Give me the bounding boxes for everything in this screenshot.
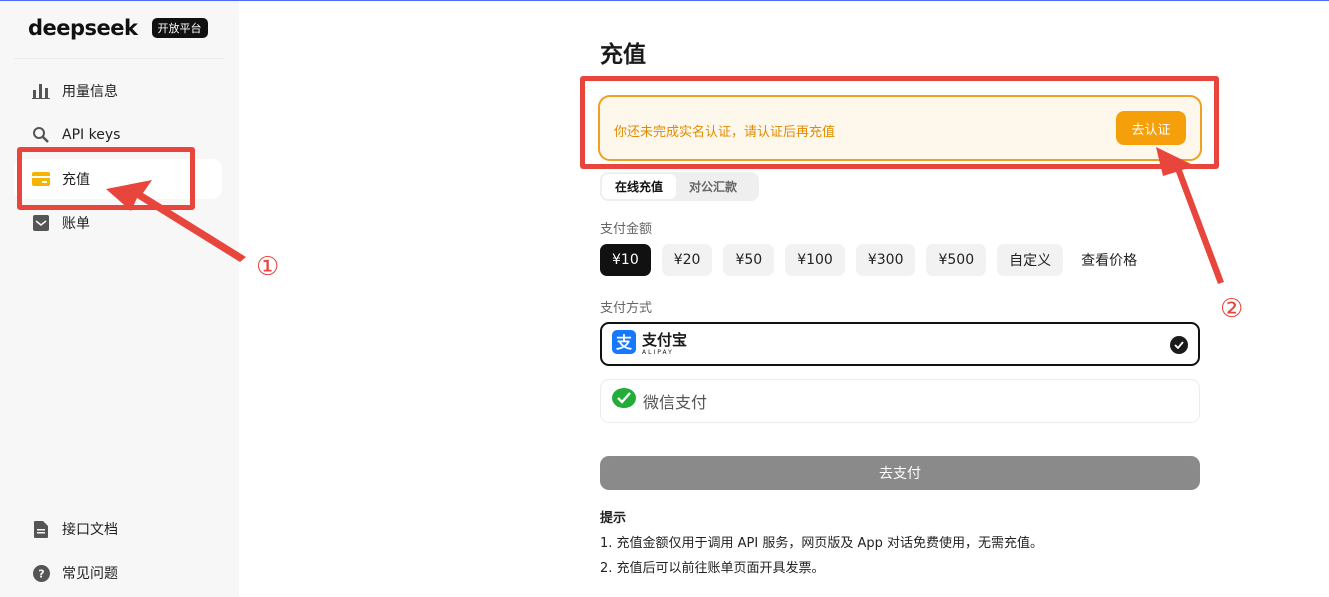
payment-option-wechat[interactable]: 微信支付 — [600, 379, 1200, 423]
sidebar-item-label: 充值 — [62, 172, 90, 188]
payment-option-alipay[interactable]: 支 支付宝 ALIPAY — [600, 322, 1200, 366]
help-icon: ? — [32, 564, 50, 582]
amount-option-20[interactable]: ¥20 — [661, 244, 713, 276]
payment-method-label: 支付方式 — [600, 301, 653, 316]
sidebar-item-label: API keys — [62, 127, 121, 143]
view-pricing-link[interactable]: 查看价格 — [1081, 250, 1137, 270]
sidebar-item-bills[interactable]: 账单 — [14, 203, 222, 243]
verification-notice: 你还未完成实名认证，请认证后再充值 去认证 — [598, 95, 1202, 161]
bar-chart-icon — [32, 82, 50, 100]
wechat-pay-icon — [611, 387, 637, 415]
tip-item: 2. 充值后可以前往账单页面开具发票。 — [600, 561, 825, 576]
logo[interactable]: deepseek — [28, 16, 138, 40]
sidebar-item-recharge[interactable]: 充值 — [14, 159, 222, 199]
svg-text:?: ? — [38, 567, 44, 580]
platform-badge: 开放平台 — [151, 18, 208, 38]
pay-button[interactable]: 去支付 — [600, 456, 1200, 490]
verify-button[interactable]: 去认证 — [1116, 111, 1186, 145]
alipay-label: 支付宝 — [642, 330, 688, 349]
sidebar-item-label: 用量信息 — [62, 84, 118, 100]
svg-text:支: 支 — [615, 333, 633, 352]
annotation-arrow-2 — [1156, 147, 1224, 284]
amount-options: ¥10 ¥20 ¥50 ¥100 ¥300 ¥500 自定义 查看价格 — [600, 244, 1137, 276]
sidebar-item-label: 接口文档 — [62, 522, 118, 538]
amount-option-300[interactable]: ¥300 — [855, 244, 916, 276]
amount-option-500[interactable]: ¥500 — [926, 244, 987, 276]
tab-bank-transfer[interactable]: 对公汇款 — [676, 174, 750, 199]
wechat-pay-label: 微信支付 — [643, 393, 708, 412]
recharge-tabs: 在线充值 对公汇款 — [600, 172, 759, 201]
bill-icon — [32, 214, 50, 232]
page-title: 充值 — [600, 42, 646, 68]
card-icon — [32, 170, 50, 188]
sidebar-item-faq[interactable]: ? 常见问题 — [14, 553, 222, 593]
amount-option-50[interactable]: ¥50 — [723, 244, 775, 276]
sidebar-item-label: 账单 — [62, 216, 90, 232]
alipay-icon: 支 — [612, 330, 636, 358]
amount-option-custom[interactable]: 自定义 — [997, 244, 1064, 276]
search-key-icon — [32, 126, 50, 144]
amount-label: 支付金额 — [600, 222, 653, 237]
sidebar-item-docs[interactable]: 接口文档 — [14, 509, 222, 549]
annotation-marker-2: ② — [1220, 294, 1244, 324]
brand[interactable]: deepseek 开放平台 — [28, 16, 208, 40]
sidebar-item-api-keys[interactable]: API keys — [14, 115, 222, 155]
annotation-marker-1: ① — [256, 252, 280, 282]
amount-option-100[interactable]: ¥100 — [785, 244, 845, 276]
amount-option-10[interactable]: ¥10 — [600, 244, 651, 276]
tip-item: 1. 充值金额仅用于调用 API 服务，网页版及 App 对话免费使用，无需充值… — [600, 536, 1044, 551]
alipay-sublabel: ALIPAY — [642, 348, 674, 356]
tips-title: 提示 — [600, 511, 627, 526]
tab-online-recharge[interactable]: 在线充值 — [602, 174, 677, 199]
sidebar-item-label: 常见问题 — [62, 566, 118, 582]
doc-icon — [32, 520, 50, 538]
notice-text: 你还未完成实名认证，请认证后再充值 — [614, 125, 836, 140]
check-icon — [1170, 336, 1188, 354]
sidebar-divider — [14, 58, 224, 59]
sidebar-item-usage[interactable]: 用量信息 — [14, 71, 222, 111]
sidebar: deepseek 开放平台 用量信息 API keys 充值 账单 接口文档 ?… — [0, 1, 239, 597]
